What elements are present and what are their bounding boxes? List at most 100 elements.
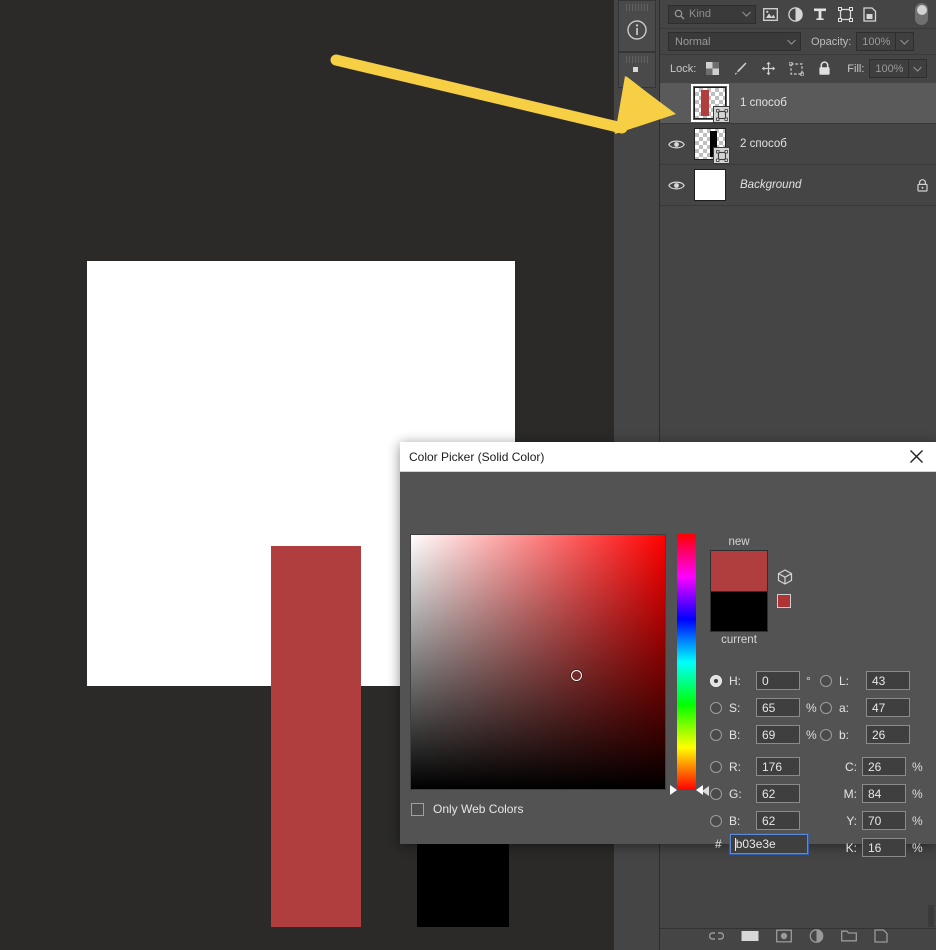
field-row-red[interactable]: R: 176 [710, 756, 800, 777]
lock-image-pixels-icon[interactable] [730, 59, 751, 79]
layer-row-2-sposob[interactable]: 2 способ [660, 124, 936, 165]
field-row-hue[interactable]: H: 0 ° [710, 670, 811, 691]
lock-position-icon[interactable] [758, 59, 779, 79]
layer-row-background[interactable]: Background [660, 165, 936, 206]
rail-grip-icon-2[interactable] [626, 55, 648, 64]
field-row-green[interactable]: G: 62 [710, 783, 800, 804]
field-row-lab-a[interactable]: a: 47 [820, 697, 910, 718]
search-icon [674, 9, 685, 20]
smart-object-icon[interactable] [859, 3, 881, 25]
color-field-cursor[interactable] [571, 670, 582, 681]
new-group-icon[interactable] [840, 929, 857, 947]
type-layer-icon[interactable] [809, 3, 831, 25]
layer-name-1[interactable]: 1 способ [740, 97, 908, 109]
new-fill-adjustment-icon[interactable] [809, 929, 824, 948]
radio-hue[interactable] [710, 674, 722, 687]
field-row-lab-b[interactable]: b: 26 [820, 724, 910, 745]
layer-visibility-toggle-2[interactable] [660, 124, 692, 165]
close-icon[interactable] [896, 442, 936, 472]
radio-lab-l[interactable] [820, 674, 832, 687]
radio-blue[interactable] [710, 814, 722, 827]
layer-kind-filter-select[interactable]: Kind [668, 4, 756, 24]
dialog-titlebar[interactable]: Color Picker (Solid Color) [400, 442, 936, 472]
field-row-magenta[interactable]: M: 84 % [837, 783, 923, 804]
vector-mask-thumbnail-1[interactable] [713, 106, 730, 123]
rail-group-info[interactable] [618, 0, 656, 52]
red-input[interactable]: 176 [756, 757, 800, 776]
vector-mask-thumbnail-2[interactable] [713, 147, 730, 164]
rail-grip-icon[interactable] [626, 3, 648, 12]
out-of-gamut-cube-icon[interactable] [777, 569, 793, 589]
yellow-input[interactable]: 70 [862, 811, 906, 830]
lock-transparent-pixels-icon[interactable] [702, 59, 723, 79]
field-row-black[interactable]: K: 16 % [837, 837, 923, 858]
hue-gradient[interactable] [677, 534, 696, 790]
new-layer-icon[interactable] [873, 929, 888, 948]
hue-input[interactable]: 0 [756, 671, 800, 690]
opacity-chevron-down-icon[interactable] [896, 32, 915, 51]
lab-a-input[interactable]: 47 [866, 698, 910, 717]
color-picker-dialog[interactable]: Color Picker (Solid Color) new current H… [400, 442, 936, 857]
blend-mode-select[interactable]: Normal [668, 32, 801, 51]
layer-visibility-toggle-3[interactable] [660, 165, 692, 206]
radio-red[interactable] [710, 760, 722, 773]
radio-lab-b[interactable] [820, 728, 832, 741]
hex-row[interactable]: # b03e3e [710, 833, 809, 855]
field-row-brightness[interactable]: B: 69 % [710, 724, 817, 745]
magenta-input[interactable]: 84 [862, 784, 906, 803]
hex-input[interactable]: b03e3e [728, 833, 809, 855]
saturation-brightness-field[interactable] [410, 534, 666, 790]
radio-brightness[interactable] [710, 728, 722, 741]
new-color-swatch[interactable] [710, 550, 768, 591]
green-input[interactable]: 62 [756, 784, 800, 803]
link-layers-icon[interactable] [708, 929, 724, 948]
current-color-swatch[interactable] [710, 591, 768, 632]
layer-mask-icon[interactable] [775, 929, 792, 948]
only-web-colors-row[interactable]: Only Web Colors [411, 802, 523, 816]
layer-name-3[interactable]: Background [740, 179, 908, 191]
layer-thumbnail-1[interactable] [691, 84, 730, 123]
black-input[interactable]: 16 [862, 838, 906, 857]
chevron-down-icon[interactable] [742, 8, 751, 20]
lab-l-input[interactable]: 43 [866, 671, 910, 690]
layer-style-icon[interactable] [741, 929, 759, 948]
only-web-colors-checkbox[interactable] [411, 802, 424, 816]
layer-thumbnail-3[interactable] [692, 167, 728, 203]
blue-input[interactable]: 62 [756, 811, 800, 830]
radio-saturation[interactable] [710, 701, 722, 714]
field-row-saturation[interactable]: S: 65 % [710, 697, 817, 718]
layer-visibility-toggle-1[interactable] [660, 83, 692, 124]
layers-panel-scrollbar[interactable] [928, 905, 934, 927]
opacity-label: Opacity: [811, 35, 852, 48]
blend-mode-row: Normal Opacity: 100% [660, 28, 936, 54]
info-icon[interactable] [619, 13, 655, 47]
field-row-blue[interactable]: B: 62 [710, 810, 800, 831]
radio-green[interactable] [710, 787, 722, 800]
hue-slider[interactable] [670, 534, 703, 795]
chevron-down-icon[interactable] [787, 36, 796, 48]
field-row-cyan[interactable]: C: 26 % [837, 756, 923, 777]
cyan-input[interactable]: 26 [862, 757, 906, 776]
saturation-input[interactable]: 65 [756, 698, 800, 717]
opacity-input[interactable]: 100% [856, 32, 897, 51]
field-row-lab-l[interactable]: L: 43 [820, 670, 910, 691]
hue-slider-handle-left[interactable] [670, 785, 677, 795]
lock-artboard-nesting-icon[interactable] [786, 59, 807, 79]
lab-b-input[interactable]: 26 [866, 725, 910, 744]
web-safe-color-swatch[interactable] [777, 594, 791, 608]
filter-enable-toggle[interactable] [915, 3, 928, 25]
adjustment-layer-icon[interactable] [784, 3, 806, 25]
brightness-input[interactable]: 69 [756, 725, 800, 744]
shape-layer-icon[interactable] [834, 3, 856, 25]
photoshop-window: Kind Normal Opacity: 100% Lock: Fill: 10… [0, 0, 936, 950]
fill-chevron-down-icon[interactable] [909, 59, 928, 78]
layer-name-2[interactable]: 2 способ [740, 138, 908, 150]
lock-all-icon[interactable] [814, 59, 835, 79]
radio-lab-a[interactable] [820, 701, 832, 714]
layers-filter-row: Kind [660, 0, 936, 28]
layer-thumbnail-2[interactable] [692, 126, 730, 164]
field-row-yellow[interactable]: Y: 70 % [837, 810, 923, 831]
fill-input[interactable]: 100% [869, 59, 910, 78]
pixel-layer-icon[interactable] [759, 3, 781, 25]
layer-row-1-sposob[interactable]: 1 способ [660, 83, 936, 124]
